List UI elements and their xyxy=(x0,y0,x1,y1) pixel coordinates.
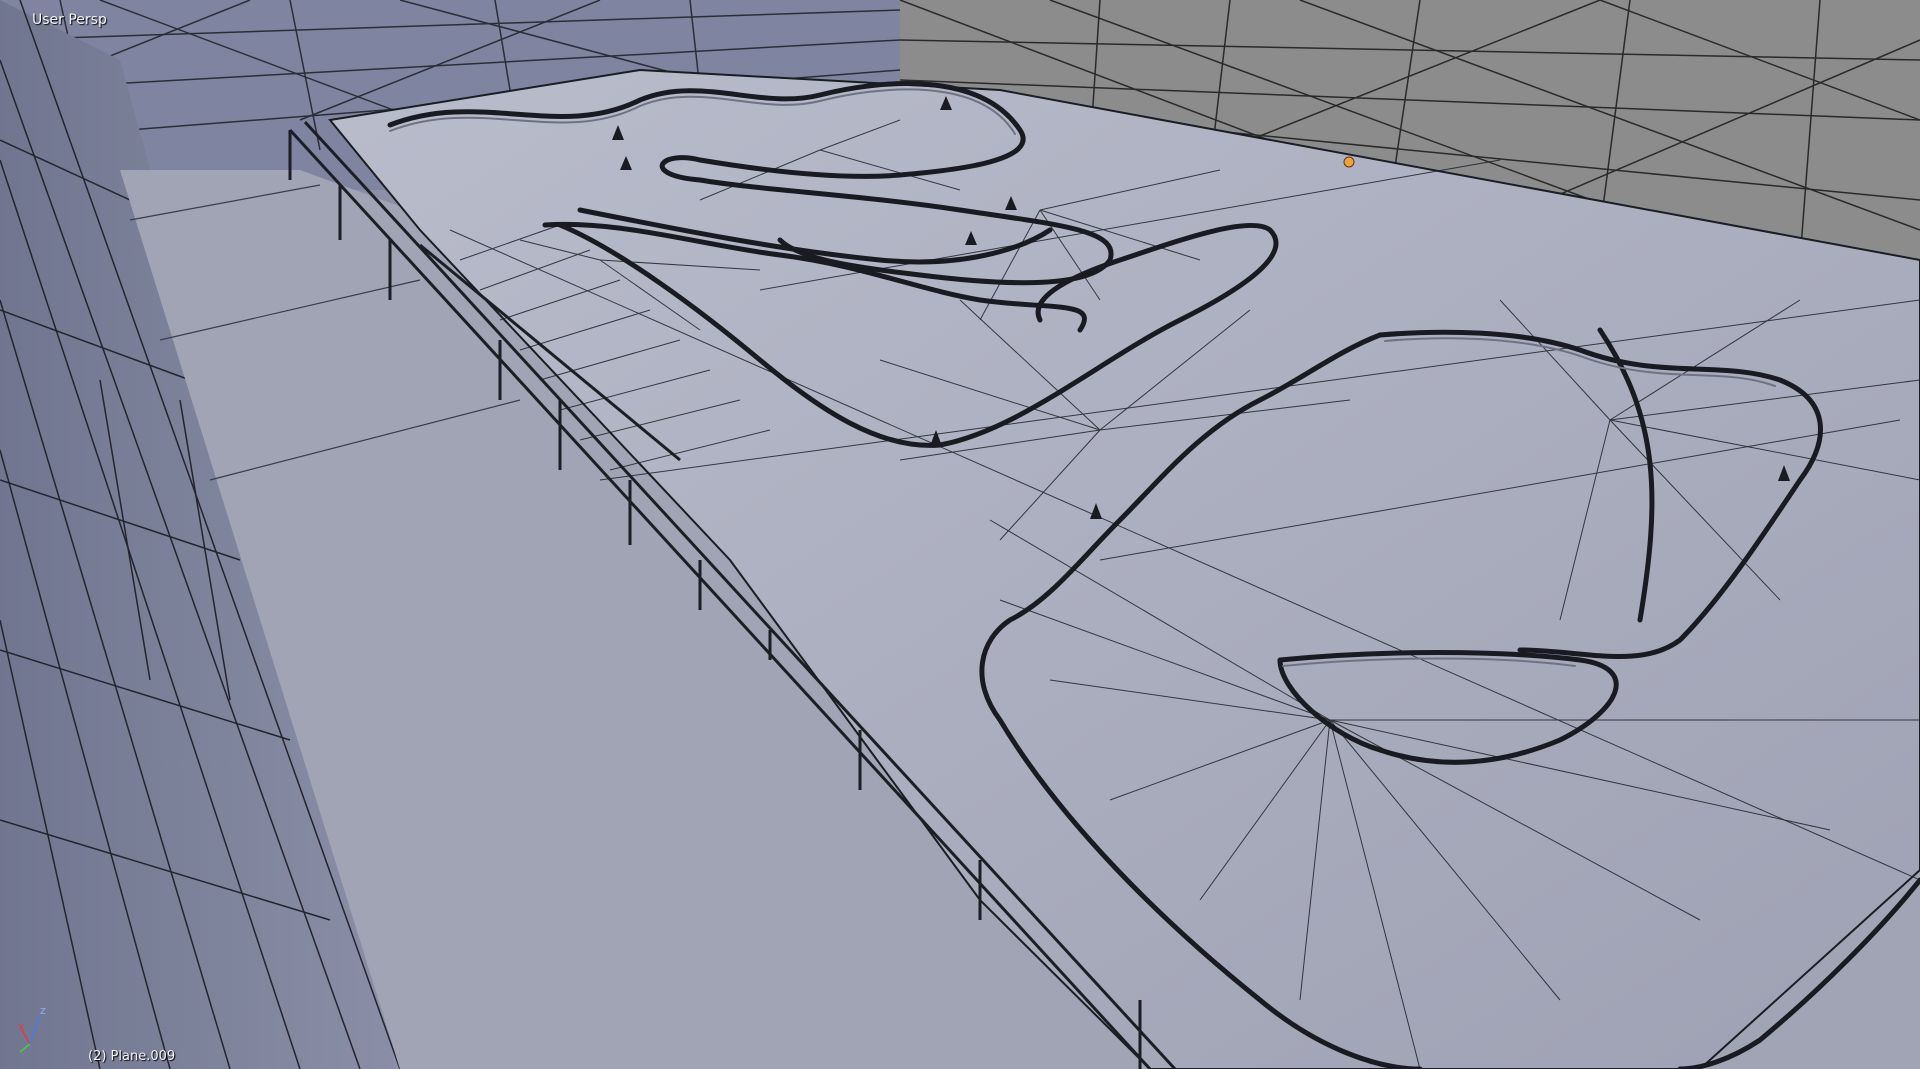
view-mode-label: User Persp xyxy=(32,12,107,28)
axis-gizmo: x z xyxy=(18,1004,46,1053)
viewport-scene[interactable] xyxy=(0,0,1920,1069)
3d-viewport[interactable]: User Persp x z (2) Plane.009 xyxy=(0,0,1920,1069)
light-object[interactable] xyxy=(1343,156,1355,168)
z-axis-label: z xyxy=(40,1004,46,1017)
z-axis-line xyxy=(29,1015,41,1045)
x-axis-label: x xyxy=(18,1020,25,1033)
y-axis-line xyxy=(19,1043,31,1053)
active-object-label: (2) Plane.009 xyxy=(88,1049,176,1064)
